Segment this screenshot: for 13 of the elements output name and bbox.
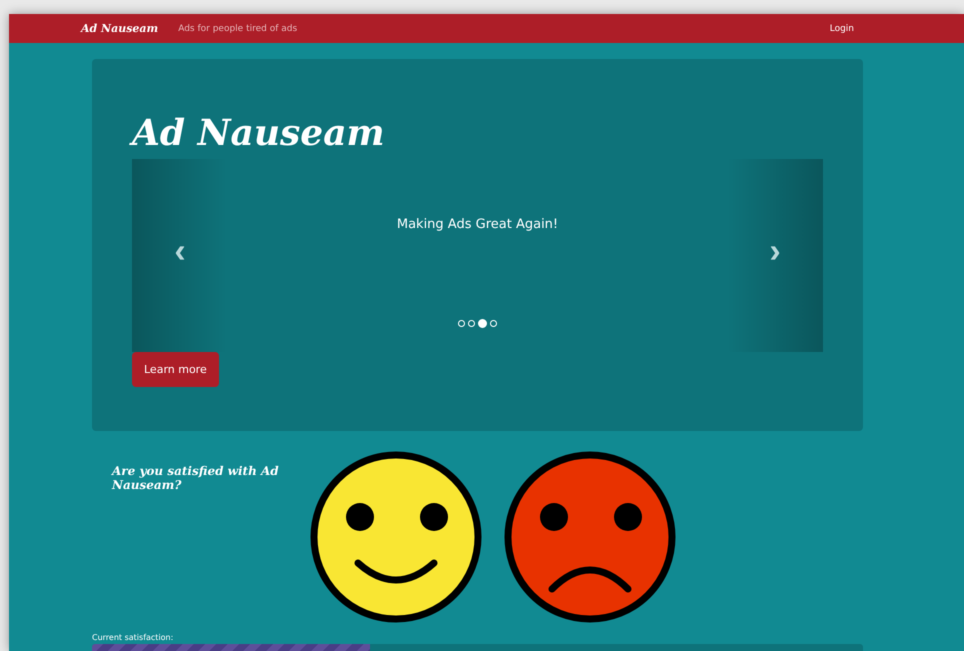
slide-caption: Making Ads Great Again! xyxy=(396,217,560,232)
login-link[interactable]: Login xyxy=(830,24,854,34)
learn-more-button[interactable]: Learn more xyxy=(132,352,219,387)
slide-indicator[interactable] xyxy=(458,320,465,327)
satisfaction-label: Current satisfaction: xyxy=(92,633,174,642)
frowning-face-icon[interactable] xyxy=(504,451,676,623)
slide-indicator[interactable] xyxy=(468,320,475,327)
smiley-face-icon[interactable] xyxy=(310,451,482,623)
survey-question: Are you satisfied with Ad Nauseam? xyxy=(112,464,280,494)
brand-link[interactable]: Ad Nauseam xyxy=(81,22,158,35)
tagline: Ads for people tired of ads xyxy=(178,24,298,34)
slide-indicator[interactable] xyxy=(478,319,487,328)
slide-indicator[interactable] xyxy=(490,320,497,327)
